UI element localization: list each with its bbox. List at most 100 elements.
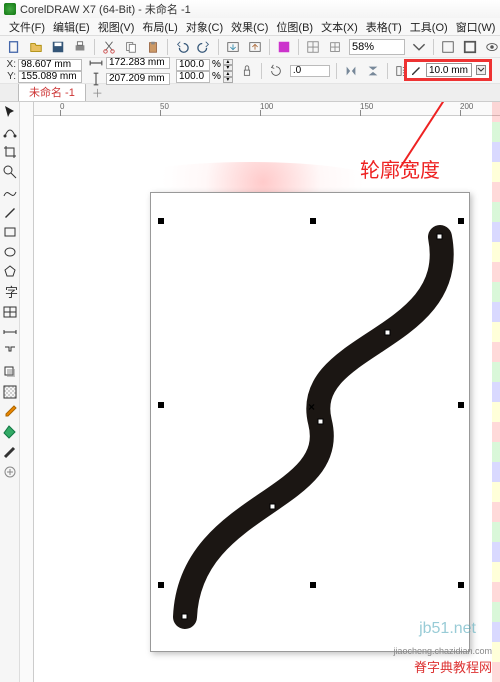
shape-tool-icon[interactable] — [2, 124, 18, 140]
outline-dropdown-icon[interactable] — [476, 65, 486, 75]
snap-icon[interactable] — [305, 39, 321, 55]
transparency-tool-icon[interactable] — [2, 384, 18, 400]
outline-width-control[interactable] — [404, 59, 492, 81]
selection-handle[interactable] — [158, 218, 164, 224]
menu-table[interactable]: 表格(T) — [363, 19, 405, 35]
size-block — [88, 55, 170, 87]
new-icon[interactable] — [6, 39, 22, 55]
menu-tools[interactable]: 工具(O) — [407, 19, 451, 35]
document-tab[interactable]: 未命名 -1 — [18, 82, 86, 101]
fill-tool-icon[interactable] — [2, 424, 18, 440]
x-position-input[interactable] — [18, 59, 82, 71]
menu-layout[interactable]: 布局(L) — [139, 19, 180, 35]
artistic-media-icon[interactable] — [2, 204, 18, 220]
ellipse-tool-icon[interactable] — [2, 244, 18, 260]
scale-x-spinner[interactable]: ▴▾ — [223, 59, 233, 71]
ruler-tick: 0 — [60, 102, 64, 111]
width-input[interactable] — [106, 57, 170, 69]
drop-shadow-icon[interactable] — [2, 364, 18, 380]
fullscreen-icon[interactable] — [440, 39, 456, 55]
crop-tool-icon[interactable] — [2, 144, 18, 160]
menu-bitmap[interactable]: 位图(B) — [273, 19, 316, 35]
preview-icon[interactable] — [484, 39, 500, 55]
document-tabs: 未命名 -1 ＋ — [0, 84, 500, 102]
watermark: jb51.net — [419, 620, 476, 638]
undo-icon[interactable] — [174, 39, 190, 55]
toolbox: 字 — [0, 102, 20, 682]
save-icon[interactable] — [50, 39, 66, 55]
border-icon[interactable] — [462, 39, 478, 55]
new-tab-icon[interactable]: ＋ — [92, 85, 103, 101]
menu-view[interactable]: 视图(V) — [95, 19, 138, 35]
zoom-dropdown-icon[interactable] — [411, 39, 427, 55]
paste-icon[interactable] — [145, 39, 161, 55]
outline-tool-icon[interactable] — [2, 444, 18, 460]
menu-object[interactable]: 对象(C) — [183, 19, 226, 35]
selection-handle[interactable] — [158, 402, 164, 408]
outline-width-input[interactable] — [426, 63, 472, 77]
height-input[interactable] — [106, 73, 170, 85]
scale-x-input[interactable] — [176, 59, 210, 71]
selection-handle[interactable] — [458, 582, 464, 588]
workspace: 字 0 50 100 150 200 — [0, 102, 500, 682]
selection-center-icon[interactable]: × — [308, 400, 315, 414]
connector-tool-icon[interactable] — [2, 344, 18, 360]
print-icon[interactable] — [72, 39, 88, 55]
separator — [269, 39, 270, 55]
rectangle-tool-icon[interactable] — [2, 224, 18, 240]
y-position-input[interactable] — [18, 71, 82, 83]
zoom-level-input[interactable] — [349, 39, 405, 55]
mirror-v-icon[interactable] — [365, 63, 381, 79]
dimension-tool-icon[interactable] — [2, 324, 18, 340]
selection-handle[interactable] — [310, 218, 316, 224]
separator — [218, 39, 219, 55]
scale-block: %▴▾ %▴▾ — [176, 59, 233, 83]
selection-handle[interactable] — [458, 218, 464, 224]
grid-icon[interactable] — [327, 39, 343, 55]
title-bar: CorelDRAW X7 (64-Bit) - 未命名 -1 — [0, 0, 500, 18]
publish-icon[interactable] — [276, 39, 292, 55]
copy-icon[interactable] — [123, 39, 139, 55]
width-icon — [88, 55, 104, 71]
expand-icon[interactable] — [2, 464, 18, 480]
selection-handle[interactable] — [458, 402, 464, 408]
lock-ratio-icon[interactable] — [239, 63, 255, 79]
mirror-h-icon[interactable] — [343, 63, 359, 79]
redo-icon[interactable] — [196, 39, 212, 55]
selected-curve[interactable] — [160, 222, 460, 642]
pick-tool-icon[interactable] — [2, 104, 18, 120]
menu-window[interactable]: 窗口(W) — [453, 19, 499, 35]
standard-toolbar — [0, 36, 500, 58]
property-bar: X: Y: %▴▾ %▴▾ — [0, 58, 500, 84]
menu-text[interactable]: 文本(X) — [318, 19, 361, 35]
menu-bar[interactable]: 文件(F) 编辑(E) 视图(V) 布局(L) 对象(C) 效果(C) 位图(B… — [0, 18, 500, 36]
separator — [94, 39, 95, 55]
watermark: 脊字典教程网 — [414, 657, 492, 676]
selection-handle[interactable] — [158, 582, 164, 588]
menu-effects[interactable]: 效果(C) — [228, 19, 271, 35]
zoom-tool-icon[interactable] — [2, 164, 18, 180]
scale-y-spinner[interactable]: ▴▾ — [223, 71, 233, 83]
import-icon[interactable] — [225, 39, 241, 55]
svg-text:字: 字 — [5, 285, 18, 300]
text-tool-icon[interactable]: 字 — [2, 284, 18, 300]
table-tool-icon[interactable] — [2, 304, 18, 320]
polygon-tool-icon[interactable] — [2, 264, 18, 280]
rotation-input[interactable] — [290, 65, 330, 77]
freehand-tool-icon[interactable] — [2, 184, 18, 200]
annotation-label: 轮廓宽度 — [360, 154, 440, 183]
color-palette-strip[interactable] — [492, 102, 500, 682]
rotate-icon[interactable] — [268, 63, 284, 79]
eyedropper-tool-icon[interactable] — [2, 404, 18, 420]
menu-file[interactable]: 文件(F) — [6, 19, 48, 35]
menu-edit[interactable]: 编辑(E) — [50, 19, 93, 35]
export-icon[interactable] — [247, 39, 263, 55]
percent-label: % — [212, 59, 221, 70]
open-icon[interactable] — [28, 39, 44, 55]
canvas-area[interactable]: 0 50 100 150 200 × 轮廓宽度 — [20, 102, 500, 682]
scale-y-input[interactable] — [176, 71, 210, 83]
selection-handle[interactable] — [310, 582, 316, 588]
separator — [433, 39, 434, 55]
height-icon — [88, 71, 104, 87]
cut-icon[interactable] — [101, 39, 117, 55]
